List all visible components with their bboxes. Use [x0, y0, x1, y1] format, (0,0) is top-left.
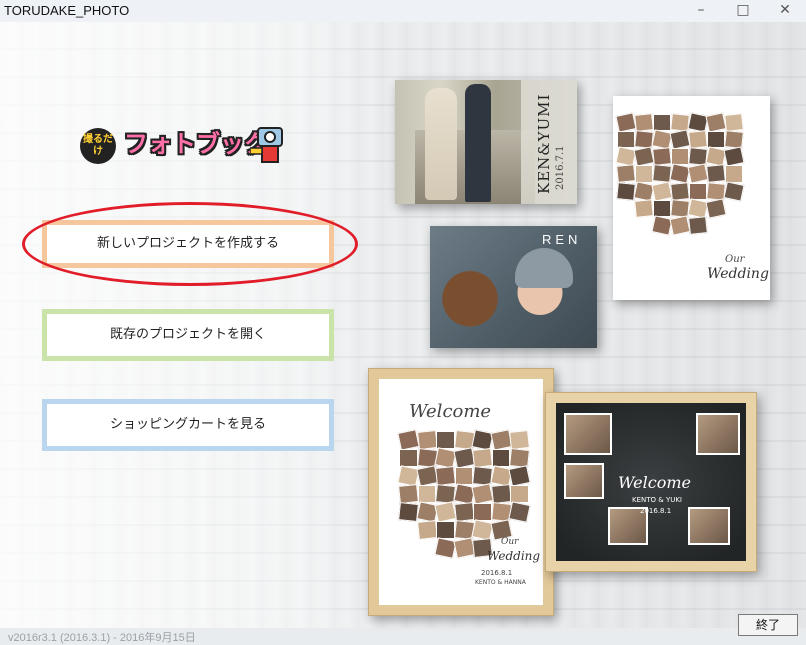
collage-photo — [490, 484, 512, 504]
collage-photo — [634, 198, 654, 218]
sample-our: Our — [725, 254, 745, 265]
collage-photo — [706, 164, 726, 184]
collage-photo — [723, 180, 745, 202]
sample-date: 2016.7.1 — [555, 145, 566, 190]
frame-date: 2016.8.1 — [481, 569, 513, 577]
main-content: 撮るだけ フォトブック 新しいプロジェクトを作成する 既存のプロジェクトを開く … — [0, 22, 806, 644]
sample-photo-heart-collage: Our Wedding — [613, 96, 770, 300]
open-project-button[interactable]: 既存のプロジェクトを開く — [42, 309, 334, 361]
sample-photo-wedding-walk: KEN&YUMI 2016.7.1 — [395, 80, 577, 204]
window-title: TORUDAKE_PHOTO — [4, 3, 130, 18]
board-photo — [696, 413, 740, 455]
app-logo: 撮るだけ フォトブック — [80, 122, 300, 168]
collage-photo — [688, 215, 708, 235]
collage-photo — [689, 182, 707, 200]
logo-badge: 撮るだけ — [80, 128, 116, 164]
collage-photo — [670, 181, 690, 201]
collage-photo — [491, 449, 511, 467]
camera-mascot-icon — [250, 127, 283, 163]
collage-photo — [436, 521, 455, 539]
close-button[interactable]: ✕ — [764, 0, 806, 22]
collage-photo — [398, 484, 419, 504]
frame-our: Our — [501, 537, 519, 547]
version-text: v2016r3.1 (2016.3.1) - 2016年9月15日 — [8, 632, 196, 644]
collage-photo — [473, 503, 492, 521]
collage-photo — [508, 465, 531, 487]
shopping-cart-button[interactable]: ショッピングカートを見る — [42, 399, 334, 451]
collage-photo — [435, 466, 456, 486]
chalkboard: Welcome KENTO & YUKI 2016.8.1 — [556, 403, 746, 561]
collage-photo — [416, 430, 438, 450]
collage-photo — [397, 429, 420, 451]
maximize-button[interactable]: □ — [722, 0, 764, 22]
sample-frame-chalkboard: Welcome KENTO & YUKI 2016.8.1 — [545, 392, 757, 572]
bride — [425, 88, 457, 200]
collage-photo — [723, 146, 745, 168]
collage-photo — [509, 430, 530, 450]
minimize-button[interactable]: – — [680, 0, 722, 22]
collage-photo — [398, 502, 419, 522]
collage-photo — [472, 448, 493, 468]
collage-photo — [434, 501, 457, 523]
sample-wedding: Wedding — [707, 266, 769, 282]
collage-photo — [510, 485, 529, 503]
board-photo — [564, 413, 612, 455]
frame-welcome: Welcome — [409, 401, 492, 422]
board-photo — [688, 507, 730, 545]
sample-photo-baby: REN — [430, 226, 597, 348]
collage-photo — [725, 165, 743, 183]
sample-ren-title: REN — [542, 232, 582, 247]
collage-photo — [453, 502, 475, 522]
title-bar: TORUDAKE_PHOTO – □ ✕ — [0, 0, 806, 23]
board-photo — [564, 463, 604, 499]
collage-photo — [399, 449, 418, 467]
collage-photo — [416, 520, 438, 540]
frame-wedding: Wedding — [487, 549, 541, 563]
new-project-button[interactable]: 新しいプロジェクトを作成する — [42, 220, 334, 268]
frame-mat: Welcome Our Wedding 2016.8.1 KENTO & HAN… — [379, 379, 543, 605]
collage-photo — [635, 165, 653, 183]
exit-button[interactable]: 終了 — [738, 614, 798, 636]
board-welcome: Welcome — [618, 473, 691, 492]
sample-title: KEN&YUMI — [535, 93, 553, 194]
collage-photo — [724, 113, 744, 133]
board-date: 2016.8.1 — [640, 507, 672, 515]
collage-photo — [454, 467, 474, 485]
collage-photo — [417, 485, 437, 503]
frame-names: KENTO & HANNA — [475, 579, 526, 586]
heart-collage — [615, 112, 745, 236]
collage-photo — [616, 164, 636, 184]
teddy-bear — [434, 266, 506, 348]
collage-photo — [436, 431, 455, 449]
sample-frame-welcome: Welcome Our Wedding 2016.8.1 KENTO & HAN… — [368, 368, 554, 616]
collage-photo — [634, 113, 654, 133]
collage-photo — [509, 448, 530, 468]
groom — [465, 84, 491, 202]
board-names: KENTO & YUKI — [632, 496, 682, 504]
collage-photo — [705, 198, 727, 219]
collage-photo — [653, 199, 671, 217]
collage-photo — [508, 501, 531, 523]
